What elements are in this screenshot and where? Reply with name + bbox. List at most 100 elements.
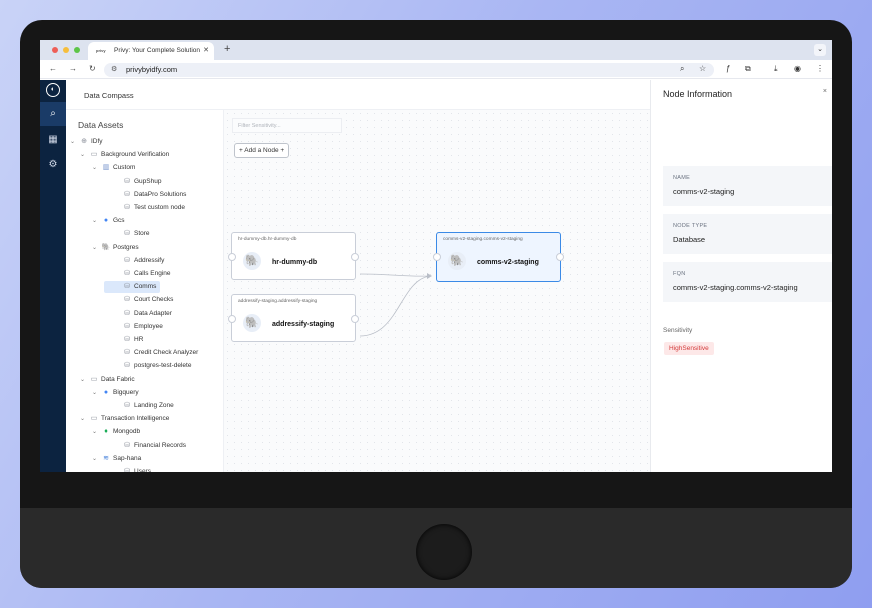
database-icon: ⛁ <box>124 362 130 370</box>
tree-item[interactable]: ⛁ Court Checks <box>104 294 173 306</box>
database-icon: ⛁ <box>124 336 130 343</box>
url-text: privybyidfy.com <box>126 65 178 74</box>
postgres-elephant-icon: 🐘 <box>243 252 261 270</box>
tree-item-label: Landing Zone <box>134 402 174 409</box>
tree-item[interactable]: ⌄ 🐘 Postgres <box>92 242 139 254</box>
back-arrow-icon[interactable]: ← <box>49 64 57 73</box>
chevron-down-icon[interactable]: ⌄ <box>92 242 101 254</box>
tree-item-label: Addressify <box>134 256 165 264</box>
tree-item-label: Data Fabric <box>101 375 135 383</box>
tree-item-label: Store <box>134 230 150 238</box>
node-fqn: comms-v2-staging.comms-v2-staging <box>443 237 523 242</box>
node-card-addressify-staging[interactable]: addressify-staging.addressify-staging 🐘 … <box>228 294 359 342</box>
tree-item[interactable]: ⌄ ● Gcs <box>92 215 125 227</box>
chevron-down-icon[interactable]: ⌄ <box>80 413 89 425</box>
profile-icon[interactable]: ◉ <box>794 64 801 73</box>
database-icon: ⛁ <box>124 256 130 264</box>
fqn-field: FQN comms-v2-staging.comms-v2-staging <box>663 262 832 302</box>
tree-item[interactable]: ⛁ Store <box>104 228 150 240</box>
postgres-elephant-icon: 🐘 <box>448 252 466 270</box>
forward-arrow-icon[interactable]: → <box>69 64 77 73</box>
bookmark-star-icon[interactable]: ☆ <box>699 64 706 73</box>
url-field[interactable]: ⚙ privybyidfy.com <box>104 63 714 77</box>
dashboard-icon[interactable]: ▦ <box>40 128 66 152</box>
chevron-down-icon[interactable]: ⌄ <box>92 426 101 438</box>
tree-item[interactable]: ⛁ HR <box>104 334 143 346</box>
sensitivity-badge: HighSensitive <box>664 342 714 355</box>
tree-item[interactable]: ⌄ ▭ Background Verification <box>80 149 169 161</box>
tree-item[interactable]: ⌄ ♦ Mongodb <box>92 426 140 438</box>
tree-item-label: Comms <box>134 283 157 291</box>
chevron-down-icon[interactable]: ⌄ <box>92 453 101 465</box>
tree-item-label: Mongodb <box>113 428 141 436</box>
tree-item[interactable]: ⛁ Calls Engine <box>104 268 171 280</box>
download-icon[interactable]: ⤓ <box>774 64 778 74</box>
window-close-button[interactable] <box>52 47 58 53</box>
tree-item[interactable]: ⛁ Credit Check Analyzer <box>104 347 198 359</box>
compass-icon[interactable]: ◐ <box>46 83 60 97</box>
address-bar-row: ← → ↻ ⚙ privybyidfy.com ⌕ ☆ ƒ ⧉ ⤓ ◉ ⋮ <box>40 60 832 79</box>
node-card-hr-dummy-db[interactable]: hr-dummy-db.hr-dummy-db 🐘 hr-dummy-db <box>228 232 359 280</box>
custom-icon: ▥ <box>102 164 110 172</box>
tree-item-label: Calls Engine <box>134 270 171 277</box>
chevron-down-icon[interactable]: ⌄ <box>92 387 101 399</box>
name-field: NAME comms-v2-staging <box>663 166 832 206</box>
tree-item[interactable]: ⌄ ⊕ IDfy <box>70 136 103 148</box>
node-output-handle[interactable] <box>556 253 564 261</box>
tree-item[interactable]: ⛁ Financial Records <box>104 440 186 452</box>
tree-item[interactable]: ⌄ ▭ Data Fabric <box>80 374 135 386</box>
window-maximize-button[interactable] <box>74 47 80 53</box>
tree-item[interactable]: ⌄ ▭ Transaction Intelligence <box>80 413 169 425</box>
reload-icon[interactable]: ↻ <box>89 64 96 73</box>
chevron-down-icon[interactable]: ⌄ <box>92 215 101 227</box>
extensions-puzzle-icon[interactable]: ⧉ <box>745 64 751 74</box>
globe-icon: ⊕ <box>81 138 87 145</box>
node-input-handle[interactable] <box>433 253 441 261</box>
node-name: addressify-staging <box>272 321 335 328</box>
close-icon[interactable]: × <box>823 88 827 95</box>
chevron-down-icon[interactable]: ⌄ <box>80 374 89 386</box>
database-icon: ⛁ <box>124 230 130 238</box>
search-icon[interactable]: ⌕ <box>40 102 66 126</box>
zoom-icon[interactable]: ⌕ <box>680 64 684 74</box>
lineage-canvas[interactable]: Filter Sensitivity... + Add a Node + hr-… <box>224 110 650 472</box>
database-icon: ⛁ <box>124 402 130 409</box>
tree-item-label: Credit Check Analyzer <box>134 349 199 357</box>
tree-item[interactable]: ⌄ ▥ Custom <box>92 162 135 174</box>
window-minimize-button[interactable] <box>63 47 69 53</box>
mongodb-icon: ♦ <box>104 428 108 436</box>
tree-item-label: GupShup <box>134 177 162 185</box>
chevron-down-icon[interactable]: ⌄ <box>70 136 79 148</box>
browser-tab[interactable]: privy Privy: Your Complete Solution ✕ <box>88 42 214 60</box>
node-output-handle[interactable] <box>351 253 359 261</box>
tree-item[interactable]: ⛁ Test custom node <box>104 202 185 214</box>
node-card-comms-v2-staging[interactable]: comms-v2-staging.comms-v2-staging 🐘 comm… <box>433 232 564 282</box>
tree-item[interactable]: ⌄ ● Bigquery <box>92 387 139 399</box>
tree-item[interactable]: ⛁ DataPro Solutions <box>104 189 186 201</box>
node-input-handle[interactable] <box>228 253 236 261</box>
extension-f-icon[interactable]: ƒ <box>726 64 730 73</box>
tree-item[interactable]: ⛁ Addressify <box>104 255 164 267</box>
new-tab-button[interactable]: + <box>224 43 230 55</box>
tab-close-icon[interactable]: ✕ <box>203 46 209 54</box>
chevron-down-icon[interactable]: ⌄ <box>80 149 89 161</box>
settings-icon[interactable]: ⚙ <box>40 153 66 177</box>
tree-item[interactable]: ⛁ Users <box>104 466 151 472</box>
tree-item[interactable]: ⛁ GupShup <box>104 176 161 188</box>
tree-item[interactable]: ⛁ Employee <box>104 321 163 333</box>
node-input-handle[interactable] <box>228 315 236 323</box>
browser-menu-icon[interactable]: ⋮ <box>816 64 824 73</box>
database-icon: ⛁ <box>124 177 130 185</box>
tree-item-label: postgres-test-delete <box>134 362 192 370</box>
edge-addressify-to-comms <box>359 275 431 337</box>
site-settings-icon[interactable]: ⚙ <box>111 65 117 73</box>
tab-search-chevron-icon[interactable]: ⌄ <box>814 44 826 56</box>
tree-item[interactable]: ⛁ Data Adapter <box>104 308 172 320</box>
node-output-handle[interactable] <box>351 315 359 323</box>
tree-item-label: Custom <box>113 164 136 172</box>
tree-item[interactable]: ⛁ Comms <box>104 281 161 294</box>
chevron-down-icon[interactable]: ⌄ <box>92 162 101 174</box>
tree-item[interactable]: ⛁ postgres-test-delete <box>104 360 191 372</box>
tree-item[interactable]: ⛁ Landing Zone <box>104 400 174 412</box>
tree-item[interactable]: ⌄ ≋ Sap-hana <box>92 453 141 465</box>
